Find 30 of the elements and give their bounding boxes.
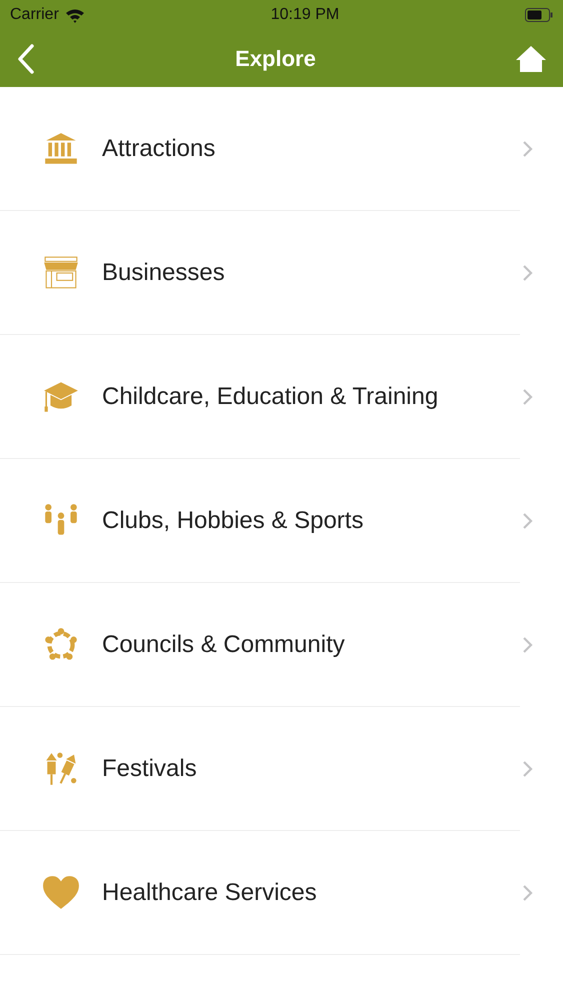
category-label: Attractions [102, 134, 216, 162]
category-item[interactable]: Healthcare Services [0, 831, 520, 955]
category-item[interactable]: Councils & Community [0, 583, 520, 707]
category-item[interactable]: Attractions [0, 87, 520, 211]
category-item[interactable]: Festivals [0, 707, 520, 831]
category-item[interactable]: Clubs, Hobbies & Sports [0, 459, 520, 583]
category-label: Healthcare Services [102, 878, 318, 906]
status-time: 10:19 PM [270, 6, 340, 24]
chevron-icon [522, 884, 534, 902]
nav-title: Explore [235, 46, 316, 72]
chevron-icon [522, 760, 534, 778]
category-item[interactable]: Businesses [0, 211, 520, 335]
chevron-icon [522, 388, 534, 406]
battery-icon [525, 8, 553, 22]
category-label: Festivals [102, 754, 198, 782]
heart-icon [42, 874, 80, 912]
chevron-icon [522, 264, 534, 282]
category-item[interactable]: Childcare, Education & Training [0, 335, 520, 459]
category-label: Childcare, Education & Training [102, 382, 440, 410]
category-label: Councils & Community [102, 630, 346, 658]
category-label: Clubs, Hobbies & Sports [102, 506, 364, 534]
category-label: Businesses [102, 258, 226, 286]
wifi-icon [64, 8, 85, 22]
shop-icon [42, 254, 80, 292]
chevron-icon [522, 512, 534, 530]
chevron-icon [522, 140, 534, 158]
home-button[interactable] [514, 44, 547, 72]
carrier-label: Carrier [10, 6, 59, 24]
back-button[interactable] [16, 44, 36, 74]
chevron-icon [522, 636, 534, 654]
